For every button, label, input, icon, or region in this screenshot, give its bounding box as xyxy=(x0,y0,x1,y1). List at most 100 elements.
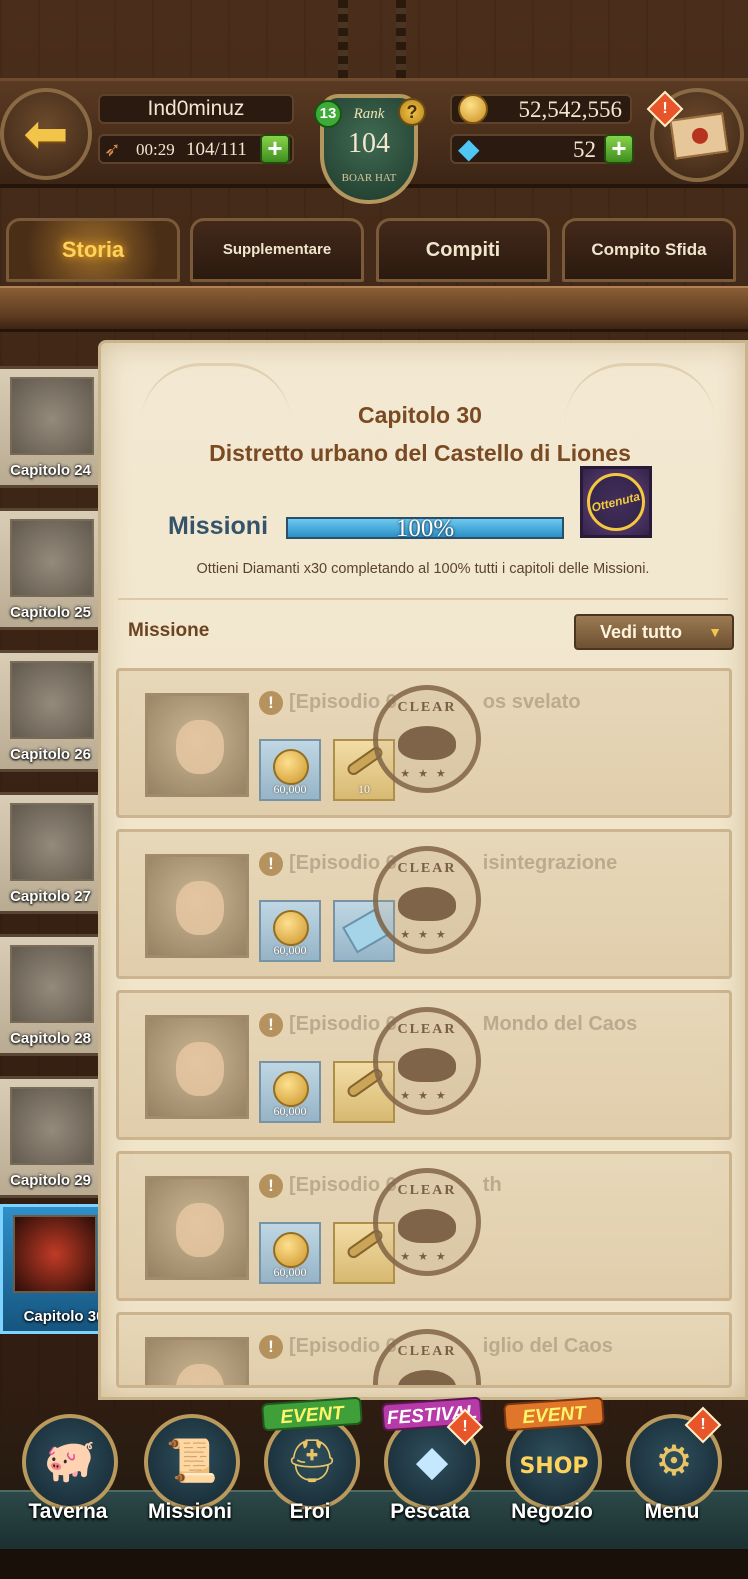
tab-supplementare[interactable]: Supplementare xyxy=(190,218,364,282)
clear-stamp: CLEAR ★★★ xyxy=(373,1007,481,1115)
chapter-label: Capitolo 25 xyxy=(10,604,91,621)
reward-quantity: 60,000 xyxy=(273,1265,307,1279)
episode-card[interactable]: ! [Episodio 6 os svelato 60,000 10 CLEAR ★★★ xyxy=(116,668,732,818)
scroll-icon: 📜 xyxy=(165,1436,219,1485)
episode-title-end: iglio del Caos xyxy=(482,1335,613,1357)
tab-storia[interactable]: Storia xyxy=(6,218,180,282)
chapter-thumbnail xyxy=(10,519,94,597)
obtained-stamp: Ottenuta xyxy=(587,473,645,531)
divider xyxy=(118,598,728,600)
back-button[interactable]: ⬅ xyxy=(0,88,92,180)
currency-panel: 52,542,556 ◆ 52 + xyxy=(450,94,640,170)
wax-seal-icon xyxy=(690,126,710,145)
chapter-label: Capitolo 27 xyxy=(10,888,91,905)
rank-badge[interactable]: Rank 104 BOAR HAT 13 ? xyxy=(302,88,434,208)
chapter-label: Capitolo 29 xyxy=(10,1172,91,1189)
nav-label: Menu xyxy=(644,1500,700,1523)
chapter-title: Capitolo 30 xyxy=(358,402,482,428)
episode-card[interactable]: ! [Episodio 6 isintegrazione 60,000 CLEAR ★★★ xyxy=(116,829,732,979)
episode-title-end: th xyxy=(482,1174,502,1196)
episode-card[interactable]: ![Episodio 6iglio del CaosCLEAR★★★ xyxy=(116,1312,732,1388)
reward-item[interactable]: 60,000 xyxy=(259,1222,321,1284)
gold-coin-icon xyxy=(273,910,309,946)
chapter-item-29[interactable]: Capitolo 29 xyxy=(0,1076,104,1198)
obtained-label: Ottenuta xyxy=(590,489,642,515)
diamond-icon: ◆ xyxy=(458,133,480,164)
nav-negozio[interactable]: SHOP EVENT Negozio xyxy=(490,1396,614,1550)
diamond-value: 52 xyxy=(573,137,596,162)
chapter-item-26[interactable]: Capitolo 26 xyxy=(0,650,104,772)
rank-value: 104 xyxy=(348,128,390,159)
gold-coin-icon xyxy=(273,1232,309,1268)
nav-label: Eroi xyxy=(289,1500,331,1523)
view-all-dropdown[interactable]: Vedi tutto ▼ xyxy=(574,614,734,650)
chapter-item-28[interactable]: Capitolo 28 xyxy=(0,934,104,1056)
helmet-icon: ⛑ xyxy=(285,1436,339,1485)
boar-wing-icon xyxy=(398,726,456,760)
stamina-timer: 00:29 xyxy=(136,140,175,159)
episode-title-end: os svelato xyxy=(482,691,581,713)
rank-title: BOAR HAT xyxy=(341,172,397,184)
episode-portrait xyxy=(145,1337,249,1385)
episode-title-end: Mondo del Caos xyxy=(482,1013,638,1035)
chapter-label: Capitolo 24 xyxy=(10,462,91,479)
wooden-shelf xyxy=(0,286,748,332)
bottom-nav: 🐖 Taverna 📜 Missioni ⛑ EVENT Eroi ◆ FEST… xyxy=(0,1396,748,1579)
tab-compito-sfida[interactable]: Compito Sfida xyxy=(562,218,736,282)
boar-wing-icon xyxy=(398,887,456,921)
nav-missioni[interactable]: 📜 Missioni xyxy=(128,1400,252,1550)
info-icon: ! xyxy=(259,691,283,715)
clear-stamp: CLEAR ★★★ xyxy=(373,685,481,793)
episode-card[interactable]: ! [Episodio 6 Mondo del Caos 60,000 CLEAR ★★★ xyxy=(116,990,732,1140)
episode-card[interactable]: ! [Episodio 6th 60,000 CLEAR ★★★ xyxy=(116,1151,732,1301)
nav-label: Taverna xyxy=(28,1500,108,1523)
reward-quantity: 10 xyxy=(358,782,370,796)
add-stamina-button[interactable]: + xyxy=(260,134,290,164)
progress-note: Ottieni Diamanti x30 completando al 100%… xyxy=(196,561,650,577)
missions-label: Missioni xyxy=(168,512,269,540)
chapter-subtitle: Distretto urbano del Castello di Liones xyxy=(209,440,631,466)
tab-compiti[interactable]: Compiti xyxy=(376,218,550,282)
chapter-label: Capitolo 26 xyxy=(10,746,91,763)
reward-box[interactable]: Ottenuta xyxy=(580,466,652,538)
add-diamonds-button[interactable]: + xyxy=(604,134,634,164)
gold-value: 52,542,556 xyxy=(518,97,623,122)
reward-item[interactable]: 60,000 xyxy=(259,900,321,962)
info-icon: ! xyxy=(259,1174,283,1198)
nav-icon-frame: 📜 xyxy=(144,1414,240,1510)
view-all-label: Vedi tutto xyxy=(600,622,682,642)
nav-label: Missioni xyxy=(147,1500,232,1523)
tavern-icon: 🐖 xyxy=(43,1436,97,1485)
info-icon: ! xyxy=(259,852,283,876)
clear-stamp: CLEAR ★★★ xyxy=(373,1168,481,1276)
chapter-thumbnail xyxy=(10,1087,94,1165)
chapter-item-27[interactable]: Capitolo 27 xyxy=(0,792,104,914)
boar-wing-icon xyxy=(398,1048,456,1082)
stamina-value: 104/111 xyxy=(186,139,247,160)
bottom-strip xyxy=(0,1549,748,1579)
stamina-icon: ➶ xyxy=(104,139,121,161)
gold-coin-icon xyxy=(273,1071,309,1107)
clear-stamp-text: CLEAR xyxy=(397,700,457,715)
player-panel: Ind0minuz ➶ 00:29 104/111 + xyxy=(98,94,298,170)
nav-eroi[interactable]: ⛑ EVENT Eroi xyxy=(248,1396,372,1550)
chapter-thumbnail xyxy=(13,1215,97,1293)
progress-text: 100% xyxy=(395,515,455,542)
rank-level-chip: 13 xyxy=(314,100,342,128)
back-arrow-icon: ⬅ xyxy=(23,102,69,165)
character-face xyxy=(176,720,224,774)
stars-icon: ★★★ xyxy=(400,1090,454,1102)
info-icon: ! xyxy=(259,1013,283,1037)
nav-taverna[interactable]: 🐖 Taverna xyxy=(6,1400,130,1550)
reward-item[interactable]: 60,000 xyxy=(259,1061,321,1123)
character-face xyxy=(176,881,224,935)
episode-title-end: isintegrazione xyxy=(482,852,618,874)
help-icon[interactable]: ? xyxy=(398,98,426,126)
character-face xyxy=(176,1203,224,1257)
chapter-item-25[interactable]: Capitolo 25 xyxy=(0,508,104,630)
chapter-item-24[interactable]: Capitolo 24 xyxy=(0,366,104,488)
boar-wing-icon xyxy=(398,1209,456,1243)
chain-decoration xyxy=(338,0,348,90)
chapter-thumbnail xyxy=(10,945,94,1023)
reward-item[interactable]: 60,000 xyxy=(259,739,321,801)
